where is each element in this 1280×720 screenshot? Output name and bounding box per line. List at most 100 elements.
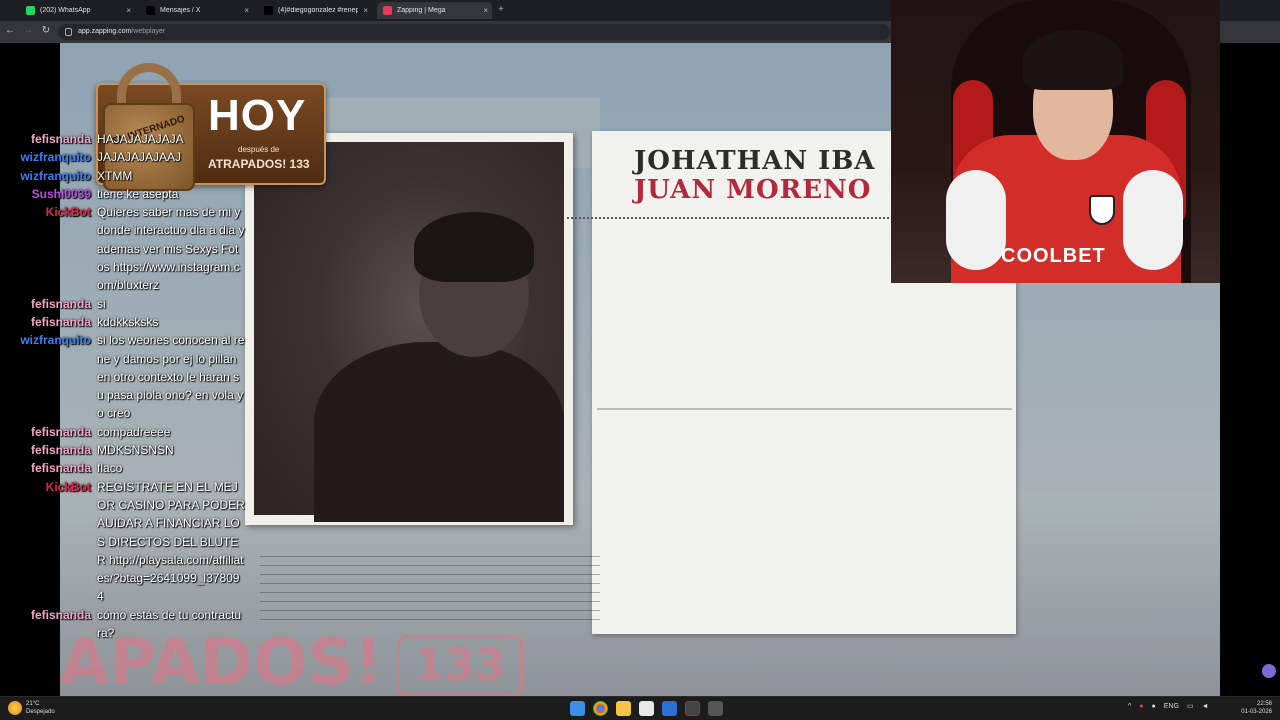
- chat-overlay: fefisnanda HAJAJAJAJAJA wizfranquito JAJAJA…: [0, 130, 250, 642]
- mugshot-photo: [254, 142, 564, 522]
- close-tab-icon[interactable]: ×: [244, 6, 249, 15]
- forward-icon[interactable]: →: [22, 25, 34, 36]
- doc-name-secondary: JUAN MORENO: [634, 175, 872, 205]
- weather-widget[interactable]: 21°C Despejado: [8, 700, 55, 716]
- store-icon[interactable]: [639, 701, 654, 716]
- tab-label: Zapping | Mega: [397, 7, 446, 14]
- chat-message: fefisnanda kddkksksks: [0, 313, 250, 331]
- tray-chevron-icon[interactable]: ^: [1128, 703, 1131, 710]
- browser-tab[interactable]: (202) WhatsApp ×: [20, 2, 135, 19]
- weather-desc: Despejado: [26, 709, 55, 715]
- clock-time: 22:56: [1256, 701, 1272, 707]
- webcam-feed: COOLBET: [891, 0, 1220, 283]
- volume-icon[interactable]: ◄: [1202, 703, 1209, 710]
- system-tray: ^ ● ● ENG ▭ ◄: [1128, 702, 1217, 711]
- chat-message: fefisnanda si: [0, 295, 250, 313]
- url-field[interactable]: app.zapping.com/webplayer: [58, 24, 890, 40]
- language-indicator[interactable]: ENG: [1164, 703, 1179, 710]
- site-info-icon[interactable]: [65, 28, 72, 36]
- tab-label: (4)#diegogonzalez #renepuente: [278, 7, 358, 14]
- chat-message: fefisnanda cómo estás de tu contractura?: [0, 606, 250, 643]
- chat-username[interactable]: KickBot: [0, 478, 97, 606]
- chat-username[interactable]: fefisnanda: [0, 606, 97, 643]
- whatsapp-icon: [26, 6, 35, 15]
- taskbar-apps: [566, 701, 727, 716]
- zapping-icon: [383, 6, 392, 15]
- chat-message: fefisnanda compadreeee: [0, 423, 250, 441]
- paper-fold: [597, 408, 1012, 410]
- chat-username[interactable]: fefisnanda: [0, 313, 97, 331]
- chat-message: wizfranquito XTMM: [0, 167, 250, 185]
- back-icon[interactable]: ←: [4, 25, 16, 36]
- chat-text: si los weones conocen al rene y damos po…: [97, 333, 245, 421]
- chat-username[interactable]: KickBot: [0, 203, 97, 294]
- extension-icon[interactable]: [1262, 664, 1276, 678]
- chrome-icon[interactable]: [593, 701, 608, 716]
- chat-message: wizfranquito JAJAJAJAJAAJ: [0, 148, 250, 166]
- chat-username[interactable]: fefisnanda: [0, 130, 97, 148]
- start-icon[interactable]: [570, 701, 585, 716]
- weather-temp: 21°C: [26, 701, 40, 707]
- file-explorer-icon[interactable]: [616, 701, 631, 716]
- chat-text: REGISTRATE EN EL MEJOR CASINO PARA PODER…: [97, 479, 245, 604]
- sun-icon: [8, 701, 22, 715]
- mugshot-frame: [245, 133, 573, 525]
- taskbar: 21°C Despejado ^ ● ● ENG ▭ ◄ 22:56 01-03…: [0, 696, 1280, 720]
- microphone-icon[interactable]: ●: [1152, 703, 1156, 710]
- clock-date: 01-03-2026: [1241, 709, 1272, 715]
- browser-tab[interactable]: (4)#diegogonzalez #renepuente ×: [258, 2, 372, 19]
- mail-icon[interactable]: [662, 701, 677, 716]
- browser-tab[interactable]: Mensajes / X ×: [140, 2, 253, 19]
- chat-username[interactable]: fefisnanda: [0, 295, 97, 313]
- chat-message: KickBot Quieres saber mas de mi y donde i…: [0, 203, 250, 294]
- browser-tab[interactable]: Zapping | Mega ×: [377, 2, 492, 19]
- chat-text: XTMM: [97, 168, 133, 183]
- chat-message: fefisnanda flaco: [0, 459, 250, 477]
- chat-message: fefisnanda HAJAJAJAJAJA: [0, 130, 250, 148]
- url-path: /webplayer: [131, 28, 166, 35]
- tray-app-icon[interactable]: ●: [1139, 703, 1143, 710]
- obs-icon[interactable]: [685, 701, 700, 716]
- tab-label: Mensajes / X: [160, 7, 201, 14]
- chat-username[interactable]: wizfranquito: [0, 148, 97, 166]
- chat-text: kddkksksks: [97, 314, 159, 329]
- chat-text: HAJAJAJAJAJA: [97, 132, 184, 146]
- chat-text: compadreeee: [97, 424, 171, 439]
- chat-username[interactable]: wizfranquito: [0, 167, 97, 185]
- doc-name-primary: JOHATHAN IBA: [634, 146, 876, 176]
- chat-text: cómo estás de tu contractura?: [97, 607, 242, 641]
- close-tab-icon[interactable]: ×: [126, 6, 131, 15]
- chat-text: MDKSNSNSN: [97, 443, 174, 458]
- stamp-number: 133: [396, 635, 523, 696]
- chat-text: si: [97, 296, 106, 311]
- shirt-sponsor: COOLBET: [1001, 245, 1106, 267]
- chat-text: JAJAJAJAJAAJ: [97, 150, 182, 165]
- dotted-line: [567, 217, 897, 219]
- chat-message: fefisnanda MDKSNSNSN: [0, 441, 250, 459]
- chat-message: Sushi0039 tiene ke asepta: [0, 185, 250, 203]
- reload-icon[interactable]: ↻: [40, 25, 52, 36]
- network-icon[interactable]: ▭: [1187, 702, 1194, 710]
- chat-message: KickBot REGISTRATE EN EL MEJOR CASINO PAR…: [0, 478, 250, 606]
- chat-username[interactable]: fefisnanda: [0, 423, 97, 441]
- tab-label: (202) WhatsApp: [40, 7, 91, 14]
- chat-username[interactable]: Sushi0039: [0, 185, 97, 203]
- chat-username[interactable]: wizfranquito: [0, 331, 97, 422]
- chat-text: flaco: [97, 461, 123, 476]
- chat-username[interactable]: fefisnanda: [0, 459, 97, 477]
- chat-text: Quieres saber mas de mi y donde interact…: [97, 205, 245, 293]
- close-tab-icon[interactable]: ×: [363, 6, 368, 15]
- club-crest-icon: [1089, 195, 1115, 225]
- clock[interactable]: 22:56 01-03-2026: [1240, 700, 1272, 716]
- chat-username[interactable]: fefisnanda: [0, 441, 97, 459]
- close-tab-icon[interactable]: ×: [483, 6, 488, 15]
- new-tab-button[interactable]: +: [498, 4, 504, 15]
- url-host: app.zapping.com: [78, 28, 132, 35]
- app-icon[interactable]: [708, 701, 723, 716]
- tiktok-icon: [264, 6, 273, 15]
- chat-message: wizfranquito si los weones conocen al ren…: [0, 331, 250, 422]
- ruled-lines: [260, 548, 600, 628]
- x-icon: [146, 6, 155, 15]
- chat-text: tiene ke asepta: [97, 186, 179, 201]
- screen: (202) WhatsApp × Mensajes / X × (4)#diegogon…: [0, 0, 1280, 720]
